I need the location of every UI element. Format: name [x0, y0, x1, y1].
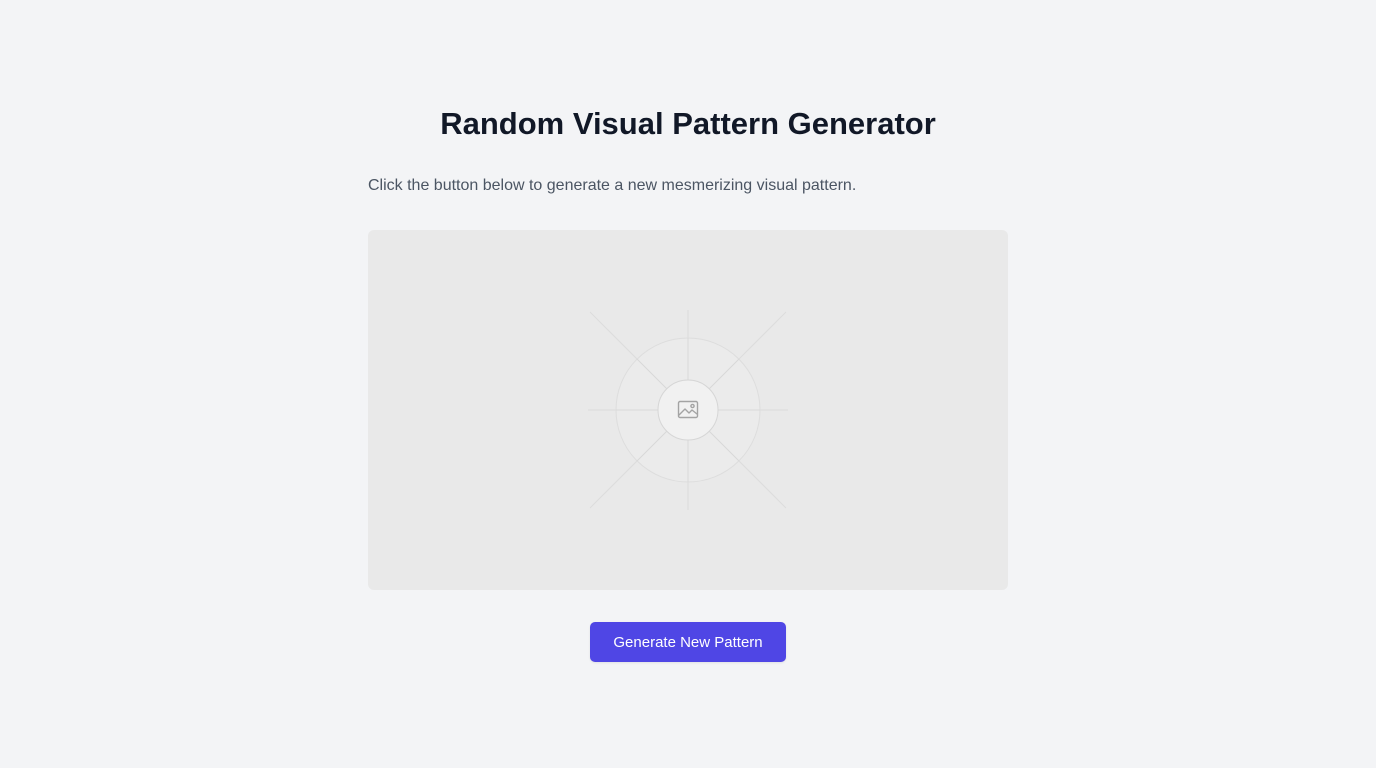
- page-description: Click the button below to generate a new…: [368, 177, 857, 194]
- inner-circle: [657, 379, 719, 441]
- placeholder-graphic: [588, 310, 788, 510]
- generate-pattern-button[interactable]: Generate New Pattern: [590, 622, 786, 662]
- pattern-canvas: [368, 230, 1008, 590]
- page-title: Random Visual Pattern Generator: [440, 106, 936, 141]
- page: Random Visual Pattern Generator Click th…: [0, 0, 1376, 768]
